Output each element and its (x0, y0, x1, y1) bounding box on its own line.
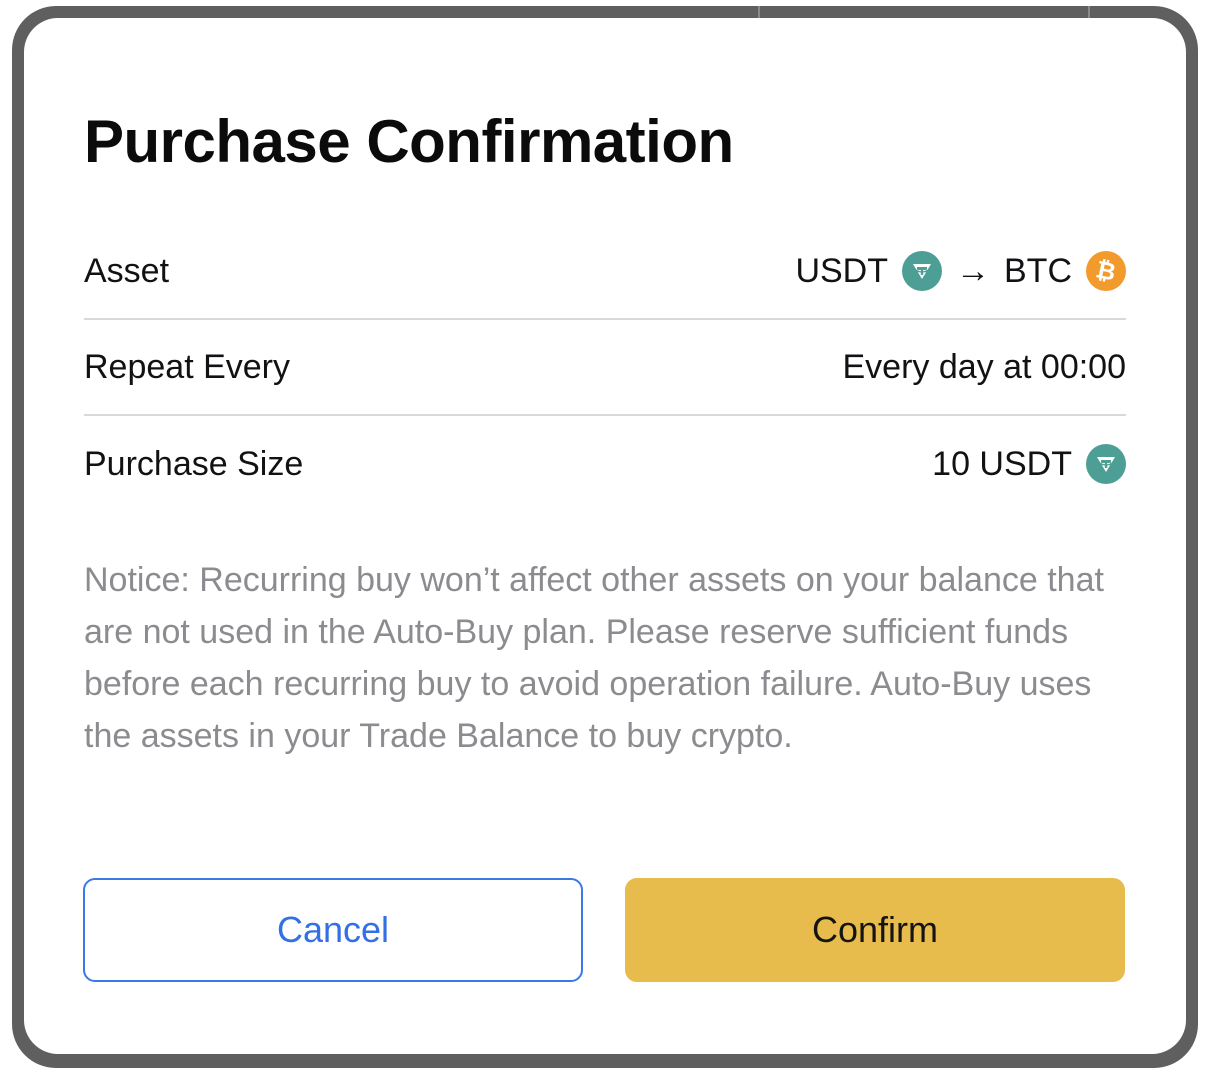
repeat-row: Repeat Every Every day at 00:00 (84, 320, 1126, 416)
asset-label: Asset (84, 251, 170, 290)
cancel-button[interactable]: Cancel (83, 878, 583, 982)
confirm-button[interactable]: Confirm (625, 878, 1125, 982)
asset-row: Asset USDT → BTC ₿ (84, 224, 1126, 320)
asset-from: USDT (795, 251, 888, 290)
dialog-title: Purchase Confirmation (84, 108, 734, 175)
background-divider (1088, 6, 1090, 18)
notice-text: Notice: Recurring buy won’t affect other… (84, 561, 1104, 755)
repeat-label: Repeat Every (84, 347, 290, 386)
asset-value: USDT → BTC ₿ (795, 251, 1126, 291)
purchase-size-label: Purchase Size (84, 444, 304, 483)
purchase-confirmation-dialog: Purchase Confirmation Asset USDT → BTC ₿ (24, 18, 1186, 1054)
purchase-size-amount: 10 USDT (932, 444, 1072, 483)
repeat-value: Every day at 00:00 (842, 347, 1126, 386)
usdt-icon (1086, 444, 1126, 484)
details-list: Asset USDT → BTC ₿ Repeat Every Every da… (84, 224, 1126, 512)
background-divider (758, 6, 760, 18)
asset-to: BTC (1004, 251, 1072, 290)
btc-icon: ₿ (1086, 251, 1126, 291)
purchase-size-row: Purchase Size 10 USDT (84, 416, 1126, 512)
arrow-right-icon: → (956, 251, 990, 290)
purchase-size-value: 10 USDT (932, 444, 1126, 484)
usdt-icon (902, 251, 942, 291)
